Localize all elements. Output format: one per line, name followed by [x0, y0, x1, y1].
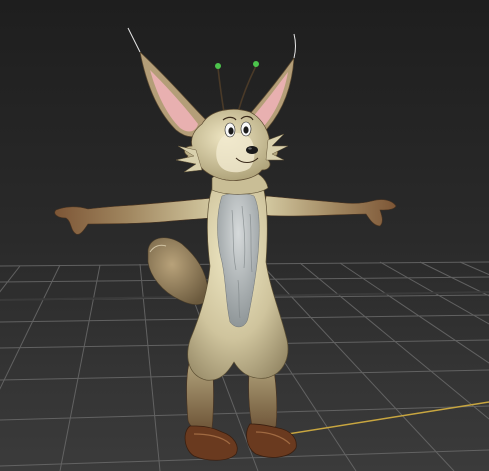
nose [246, 146, 258, 154]
right-antenna-tip [253, 61, 259, 67]
left-antenna-tip [215, 63, 221, 69]
viewport-canvas [0, 0, 489, 471]
3d-viewport[interactable] [0, 0, 489, 471]
